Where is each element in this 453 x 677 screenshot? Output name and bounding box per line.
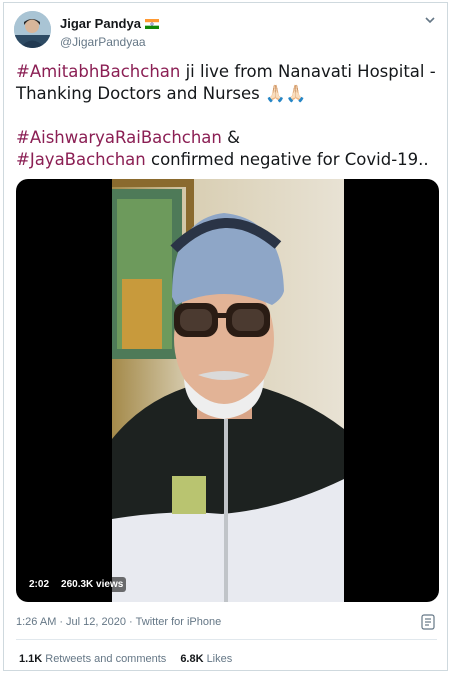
info-icon[interactable] — [421, 614, 435, 630]
video-views: 260.3K views — [58, 577, 127, 592]
video-frame-image — [112, 179, 344, 602]
video-player[interactable]: 2:02 260.3K views — [16, 179, 439, 602]
tweet-line-4: #JayaBachchan confirmed negative for Cov… — [16, 149, 437, 171]
tweet-text-segment: & — [221, 128, 240, 147]
user-handle[interactable]: @JigarPandyaa — [60, 35, 159, 49]
tweet-text: #AmitabhBachchan ji live from Nanavati H… — [16, 61, 437, 171]
hashtag-link[interactable]: #AmitabhBachchan — [16, 62, 180, 81]
tweet-text-segment: ji live from Nanavati Hospital - — [180, 62, 436, 81]
avatar[interactable] — [14, 11, 51, 48]
tweet-stats: 1.1K Retweets and comments 6.8K Likes — [19, 653, 232, 665]
tweet-meta: 1:26 AM · Jul 12, 2020 · Twitter for iPhone — [16, 616, 221, 628]
separator-dot: · — [128, 616, 133, 628]
likes-label[interactable]: Likes — [207, 653, 233, 665]
likes-count[interactable]: 6.8K — [180, 653, 203, 665]
display-name[interactable]: Jigar Pandya — [60, 16, 141, 31]
hashtag-link[interactable]: #AishwaryaRaiBachchan — [16, 128, 222, 147]
hashtag-link[interactable]: #JayaBachchan — [16, 150, 146, 169]
tweet-text-segment: Thanking Doctors and Nurses — [16, 84, 260, 103]
tweet-source[interactable]: Twitter for iPhone — [136, 616, 222, 628]
tweet-date[interactable]: Jul 12, 2020 — [66, 616, 126, 628]
tweet-line-2: Thanking Doctors and Nurses 🙏🏻🙏🏻 — [16, 83, 437, 105]
video-overlay-info: 2:02 260.3K views — [26, 577, 127, 592]
folded-hands-emoji: 🙏🏻🙏🏻 — [259, 84, 307, 103]
tweet-line-1: #AmitabhBachchan ji live from Nanavati H… — [16, 61, 437, 83]
video-duration: 2:02 — [26, 577, 53, 592]
tweet-time[interactable]: 1:26 AM — [16, 616, 56, 628]
india-flag-icon — [144, 18, 159, 29]
retweets-label[interactable]: Retweets and comments — [45, 653, 166, 665]
user-names: Jigar Pandya @JigarPandyaa — [60, 15, 159, 49]
retweets-count[interactable]: 1.1K — [19, 653, 42, 665]
tweet-text-segment: confirmed negative for Covid-19.. — [145, 150, 429, 169]
tweet-line-3: #AishwaryaRaiBachchan & — [16, 127, 437, 149]
tweet-card: Jigar Pandya @JigarPandyaa #AmitabhBachc… — [3, 2, 448, 671]
chevron-down-icon[interactable] — [423, 13, 437, 27]
tweet-header: Jigar Pandya @JigarPandyaa — [14, 11, 437, 55]
divider — [16, 639, 437, 640]
separator-dot: · — [59, 616, 64, 628]
